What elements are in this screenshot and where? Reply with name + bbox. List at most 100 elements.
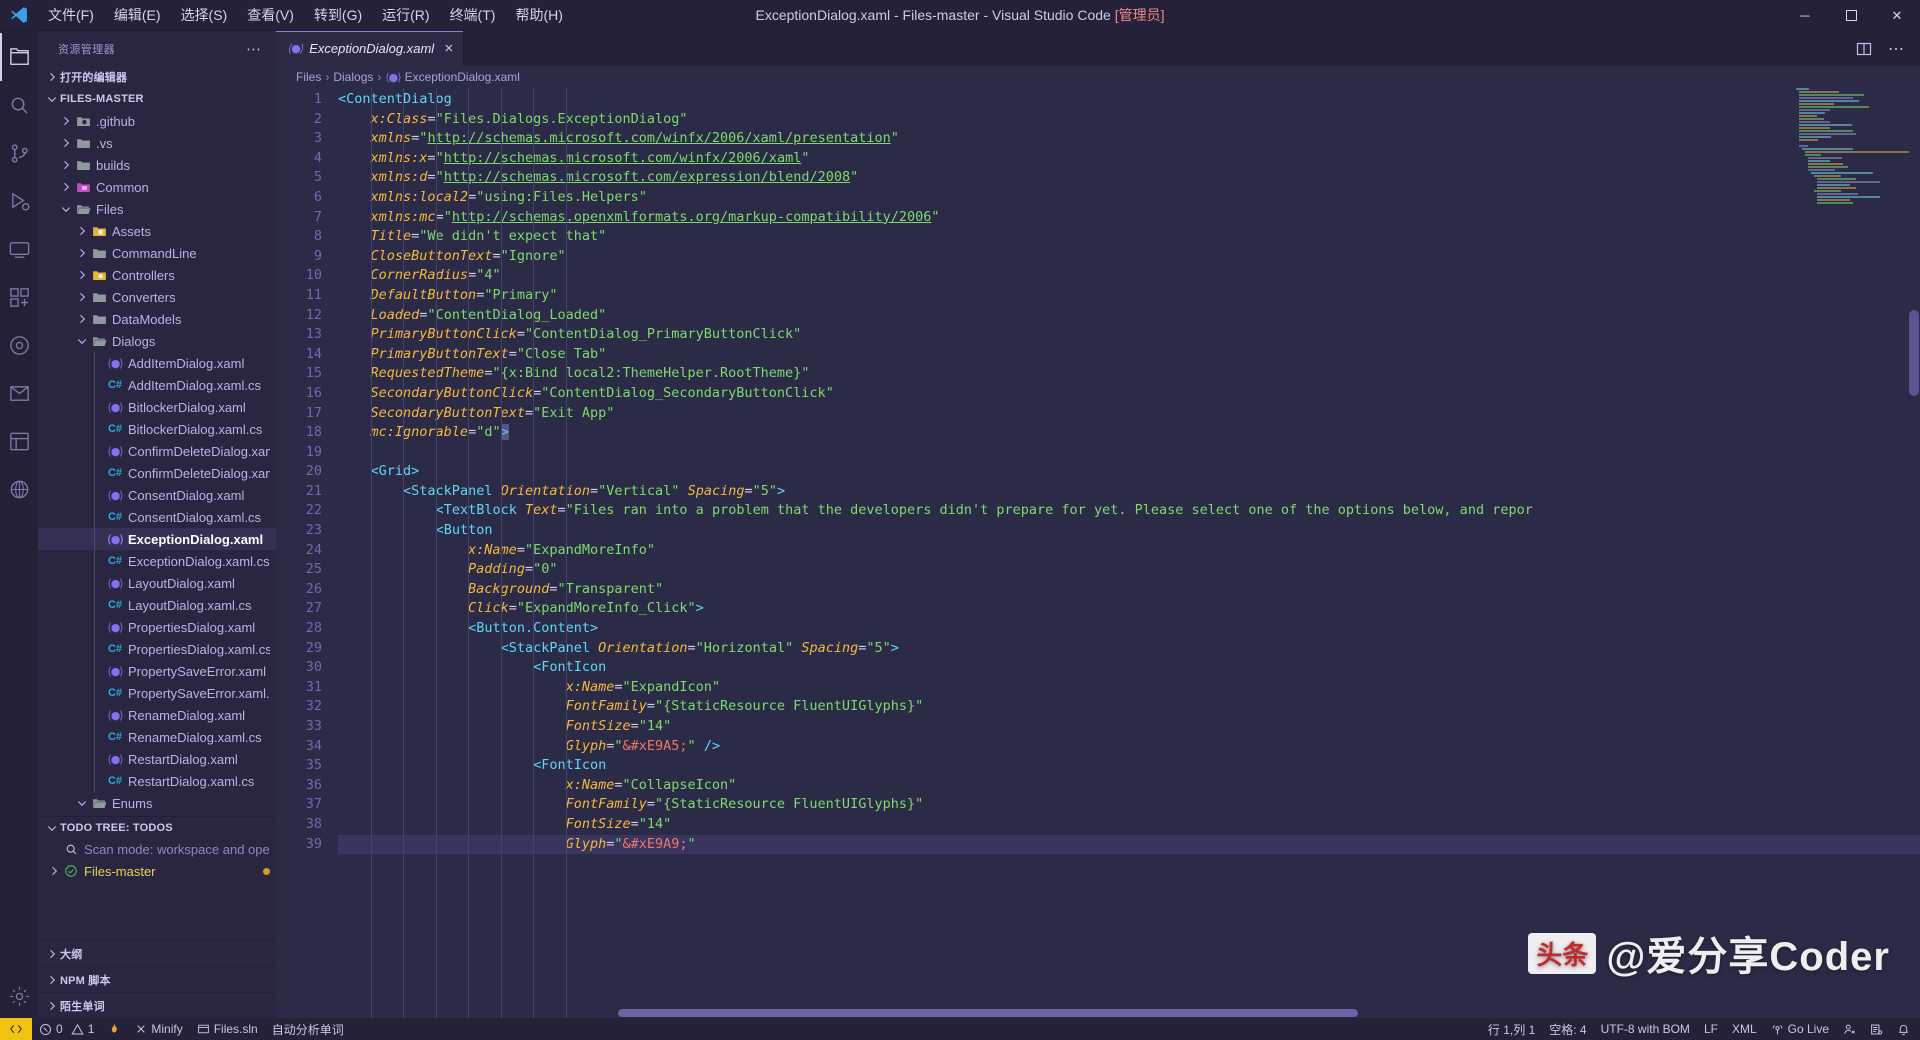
menu-edit[interactable]: 编辑(E) [104,0,171,31]
code-line[interactable]: FontFamily="{StaticResource FluentUIGlyp… [338,795,1920,815]
menu-view[interactable]: 查看(V) [237,0,304,31]
code-line[interactable]: <Button [338,521,1920,541]
tree-item[interactable]: C#ExceptionDialog.xaml.cs [38,550,276,572]
status-go-live[interactable]: Go Live [1764,1018,1836,1040]
tree-item[interactable]: C#ConsentDialog.xaml.cs [38,506,276,528]
code-line[interactable]: Glyph="&#xE9A5;" /> [338,737,1920,757]
code-line[interactable]: <FontIcon [338,756,1920,776]
tree-item[interactable]: C#AddItemDialog.xaml.cs [38,374,276,396]
code-line[interactable]: Background="Transparent" [338,580,1920,600]
code-line[interactable]: RequestedTheme="{x:Bind local2:ThemeHelp… [338,364,1920,384]
breadcrumb-file[interactable]: ExceptionDialog.xaml [405,70,520,84]
code-line[interactable]: SecondaryButtonClick="ContentDialog_Seco… [338,384,1920,404]
tree-item[interactable]: .vs [38,132,276,154]
tree-item[interactable]: C#LayoutDialog.xaml.cs [38,594,276,616]
status-screencast[interactable] [1863,1018,1890,1040]
code-line[interactable]: DefaultButton="Primary" [338,286,1920,306]
tree-item[interactable]: builds [38,154,276,176]
sidebar-more-actions-icon[interactable]: ⋯ [246,40,268,58]
status-language-mode[interactable]: XML [1725,1018,1764,1040]
status-solution[interactable]: Files.sln [190,1018,265,1040]
section-outline[interactable]: 大纲 [38,940,276,966]
activity-live-share[interactable] [0,369,38,417]
tree-item[interactable]: DataModels [38,308,276,330]
status-eol[interactable]: LF [1697,1018,1725,1040]
status-encoding[interactable]: UTF-8 with BOM [1594,1018,1697,1040]
code-editor[interactable]: 1234567891011121314151617181920212223242… [276,88,1920,1018]
tree-item[interactable]: ⟨●⟩RenameDialog.xaml [38,704,276,726]
scrollbar-thumb[interactable] [1909,310,1919,396]
activity-run-debug[interactable] [0,177,38,225]
section-open-editors[interactable]: 打开的编辑器 [38,66,276,88]
code-line[interactable]: x:Name="ExpandIcon" [338,678,1920,698]
code-line[interactable]: FontSize="14" [338,815,1920,835]
code-line[interactable]: FontSize="14" [338,717,1920,737]
activity-bookshelf[interactable] [0,417,38,465]
code-line[interactable]: Title="We didn't expect that" [338,227,1920,247]
file-tree[interactable]: .github.vsbuildsCommonFilesAssetsCommand… [38,110,276,940]
tree-item[interactable]: CommandLine [38,242,276,264]
code-line[interactable]: xmlns:x="http://schemas.microsoft.com/wi… [338,149,1920,169]
menu-selection[interactable]: 选择(S) [171,0,238,31]
tree-item[interactable]: Files [38,198,276,220]
status-remote-host[interactable] [0,1018,32,1040]
split-editor-icon[interactable] [1850,31,1878,66]
tree-item[interactable]: C#RestartDialog.xaml.cs [38,770,276,792]
section-todo-tree[interactable]: TODO TREE: TODOS [38,816,276,838]
status-word-analysis[interactable]: 自动分析单词 [265,1018,351,1040]
tree-item[interactable]: Controllers [38,264,276,286]
menu-run[interactable]: 运行(R) [372,0,439,31]
section-unknown-words[interactable]: 陌生单词 [38,992,276,1018]
code-content[interactable]: <ContentDialog x:Class="Files.Dialogs.Ex… [338,88,1920,1018]
code-line[interactable]: Click="ExpandMoreInfo_Click"> [338,599,1920,619]
tree-item[interactable]: ⟨●⟩BitlockerDialog.xaml [38,396,276,418]
maximize-button[interactable] [1828,0,1874,31]
tree-item[interactable]: C#PropertiesDialog.xaml.cs [38,638,276,660]
tree-item[interactable]: Common [38,176,276,198]
menu-help[interactable]: 帮助(H) [505,0,572,31]
tree-item[interactable]: ⟨●⟩LayoutDialog.xaml [38,572,276,594]
status-indentation[interactable]: 空格: 4 [1542,1018,1593,1040]
activity-explorer[interactable] [0,33,38,81]
menu-terminal[interactable]: 终端(T) [440,0,506,31]
code-line[interactable]: CloseButtonText="Ignore" [338,247,1920,267]
code-line[interactable]: xmlns:local2="using:Files.Helpers" [338,188,1920,208]
scrollbar-thumb[interactable] [618,1009,1358,1017]
activity-todo-tree[interactable] [0,321,38,369]
breadcrumb-files[interactable]: Files [296,70,321,84]
code-line[interactable]: <TextBlock Text="Files ran into a proble… [338,501,1920,521]
code-line[interactable]: PrimaryButtonClick="ContentDialog_Primar… [338,325,1920,345]
editor-horizontal-scrollbar[interactable] [276,1008,1906,1018]
tree-item[interactable]: .github [38,110,276,132]
activity-settings-sync[interactable] [0,465,38,513]
tree-item[interactable]: Enums [38,792,276,814]
close-button[interactable]: ✕ [1874,0,1920,31]
activity-search[interactable] [0,81,38,129]
code-line[interactable]: xmlns="http://schemas.microsoft.com/winf… [338,129,1920,149]
tree-item[interactable]: ⟨●⟩RestartDialog.xaml [38,748,276,770]
tree-item[interactable]: C#RenameDialog.xaml.cs [38,726,276,748]
status-cursor-position[interactable]: 行 1,列 1 [1481,1018,1542,1040]
tree-item[interactable]: ⟨●⟩PropertiesDialog.xaml [38,616,276,638]
tree-item[interactable]: ⟨●⟩ConsentDialog.xaml [38,484,276,506]
tree-item[interactable]: Assets [38,220,276,242]
code-line[interactable] [338,443,1920,463]
tab-close-icon[interactable]: × [444,41,453,56]
section-npm-scripts[interactable]: NPM 脚本 [38,966,276,992]
code-line[interactable]: SecondaryButtonText="Exit App" [338,404,1920,424]
code-line[interactable]: x:Name="ExpandMoreInfo" [338,541,1920,561]
code-line[interactable]: <ContentDialog [338,90,1920,110]
status-feedback[interactable] [1836,1018,1863,1040]
activity-manage-settings[interactable] [0,974,38,1018]
code-line[interactable]: <Button.Content> [338,619,1920,639]
tree-item[interactable]: Converters [38,286,276,308]
activity-extensions[interactable] [0,273,38,321]
tree-item[interactable]: ⟨●⟩PropertySaveError.xaml [38,660,276,682]
more-actions-icon[interactable]: ⋯ [1882,31,1910,66]
status-flame[interactable] [101,1018,128,1040]
status-minify[interactable]: Minify [128,1018,189,1040]
todo-root-item[interactable]: Files-master [38,860,276,882]
tree-item[interactable]: ⟨●⟩AddItemDialog.xaml [38,352,276,374]
tree-item[interactable]: C#PropertySaveError.xaml.cs [38,682,276,704]
tree-item[interactable]: C#ConfirmDeleteDialog.xaml.cs [38,462,276,484]
